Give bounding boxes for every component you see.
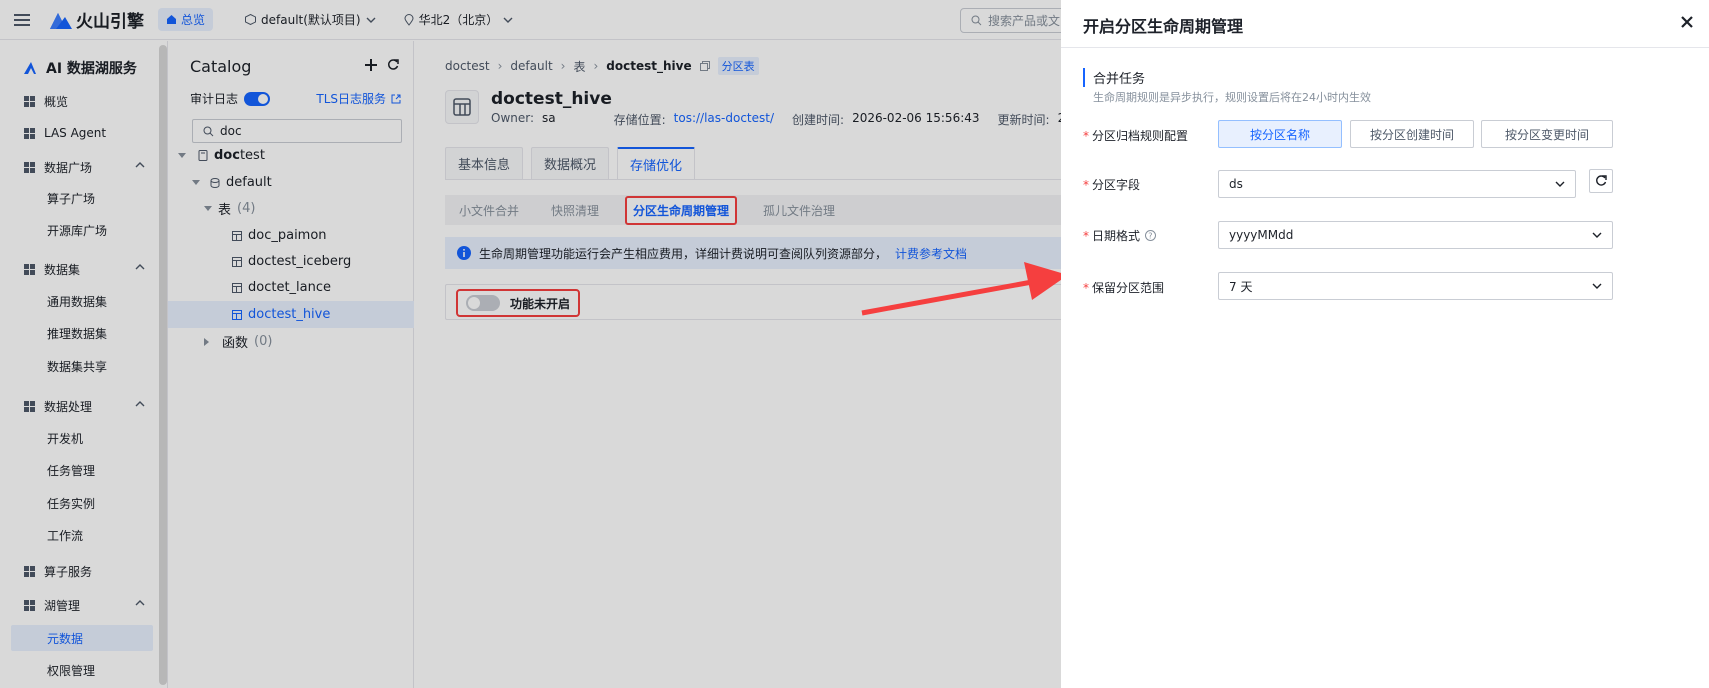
retain-range-label: * 保留分区范围 (1083, 281, 1165, 295)
chevron-down-icon (1592, 283, 1602, 289)
section-title: 合并任务 (1083, 68, 1145, 87)
rule-config-text: 分区归档规则配置 (1092, 129, 1189, 143)
chevron-down-icon (1555, 181, 1565, 187)
rule-config-label: * 分区归档规则配置 (1083, 129, 1189, 143)
option-by-create-time[interactable]: 按分区创建时间 (1350, 120, 1474, 148)
option-by-partition-name[interactable]: 按分区名称 (1218, 120, 1342, 148)
option-by-change-time[interactable]: 按分区变更时间 (1481, 120, 1613, 148)
partition-field-select[interactable]: ds (1218, 170, 1576, 198)
date-format-text: 日期格式 (1092, 229, 1141, 243)
date-format-label: * 日期格式 ? (1083, 227, 1157, 244)
refresh-fields-button[interactable] (1589, 169, 1613, 193)
refresh-icon (1596, 175, 1607, 186)
lifecycle-drawer: 开启分区生命周期管理 合并任务 生命周期规则是异步执行，规则设置后将在24小时内… (1061, 0, 1709, 688)
drawer-header: 开启分区生命周期管理 (1061, 0, 1709, 48)
svg-text:?: ? (1148, 232, 1152, 241)
section-description: 生命周期规则是异步执行，规则设置后将在24小时内生效 (1093, 91, 1371, 104)
chevron-down-icon (1592, 232, 1602, 238)
help-icon[interactable]: ? (1145, 230, 1157, 241)
retain-range-text: 保留分区范围 (1092, 281, 1165, 295)
partition-field-text: 分区字段 (1092, 178, 1141, 192)
retain-range-select[interactable]: 7 天 (1218, 272, 1613, 300)
date-format-value: yyyyMMdd (1229, 228, 1294, 242)
close-icon[interactable] (1681, 16, 1693, 28)
drawer-title: 开启分区生命周期管理 (1083, 17, 1244, 36)
partition-field-label: * 分区字段 (1083, 178, 1141, 192)
retain-range-value: 7 天 (1229, 279, 1253, 294)
partition-field-value: ds (1229, 177, 1243, 191)
date-format-select[interactable]: yyyyMMdd (1218, 221, 1613, 249)
modal-mask[interactable] (0, 0, 1061, 688)
